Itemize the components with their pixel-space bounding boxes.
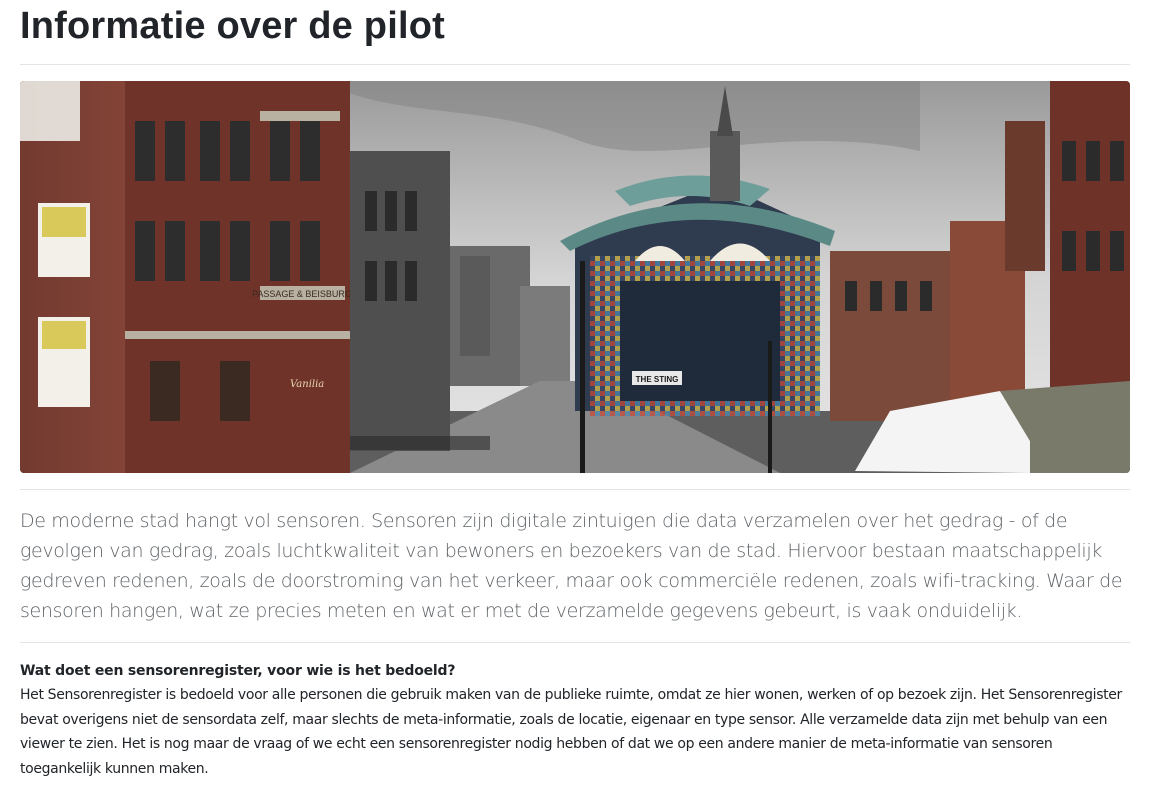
divider (20, 489, 1130, 490)
section-body: Het Sensorenregister is bedoeld voor all… (20, 687, 1122, 777)
info-section: Wat doet een sensorenregister, voor wie … (20, 659, 1130, 781)
svg-text:PASSAGE & BEISBURG: PASSAGE & BEISBURG (252, 289, 352, 299)
divider (20, 642, 1130, 643)
divider (20, 64, 1130, 65)
section-heading: Wat doet een sensorenregister, voor wie … (20, 663, 456, 679)
page-title: Informatie over de pilot (20, 5, 445, 47)
intro-text: De moderne stad hangt vol sensoren. Sens… (20, 510, 1123, 622)
svg-text:THE STING: THE STING (636, 375, 679, 384)
hero-image: PASSAGE & BEISBURG Vanilia THE STING (20, 81, 1130, 473)
svg-text:Vanilia: Vanilia (290, 379, 324, 390)
page-content: Informatie over de pilot PASSAGE & BEISB… (20, 0, 1130, 781)
